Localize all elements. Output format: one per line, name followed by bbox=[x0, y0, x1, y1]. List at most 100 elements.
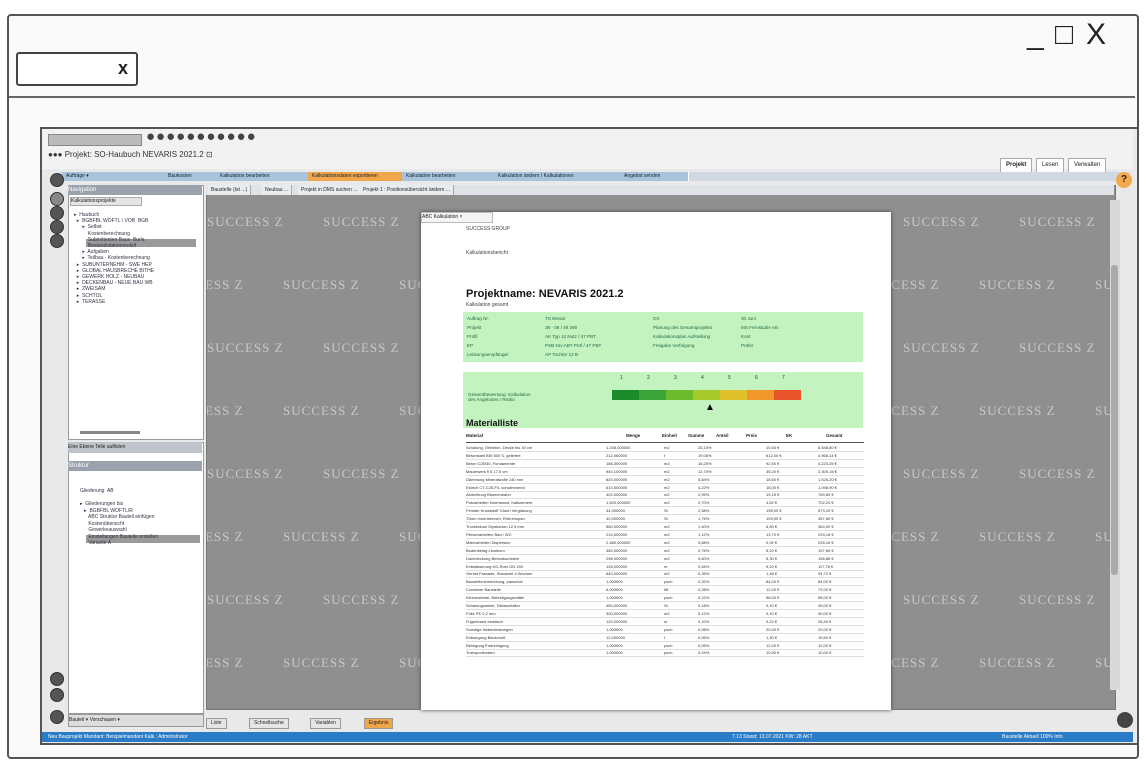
table-row[interactable]: Putzarbeiten Innenwand, Kalkzement 1.520,… bbox=[466, 499, 864, 508]
watermark-text: SUCCESS Z bbox=[323, 214, 400, 229]
table-row[interactable]: Fenster Kunststoff 3-fach Verglasung 34,0… bbox=[466, 507, 864, 516]
workspace-tab[interactable]: Baustelle (Ist ...) bbox=[208, 185, 252, 195]
table-cell: m bbox=[664, 563, 668, 569]
tool-icon[interactable] bbox=[50, 672, 64, 686]
table-row[interactable]: Folie PE 0,2 mm 300,000000 m2 0,12% 0,10 € 30… bbox=[466, 610, 864, 618]
table-row[interactable]: Entwässerung KG-Rohr DN 150 128,000000 m 0,… bbox=[466, 563, 864, 571]
workspace-tab[interactable]: Projekt in DMS suchen ... bbox=[298, 185, 362, 195]
tool-icon[interactable] bbox=[50, 206, 64, 220]
watermark-text: SUCCESS Z bbox=[207, 529, 244, 544]
table-row[interactable]: Fugenband elastisch 120,000000 m 0,10% 0,22 … bbox=[466, 618, 864, 626]
ribbon-item[interactable]: Aufträge ▾ bbox=[62, 172, 166, 181]
table-cell: 1,76% bbox=[698, 516, 710, 522]
watermark-text: SUCCESS Z bbox=[283, 403, 360, 418]
settings-icon[interactable] bbox=[1117, 712, 1133, 728]
tool-icon[interactable] bbox=[50, 192, 64, 206]
status-right: Baustelle Aktuell 100% Info bbox=[1002, 734, 1063, 740]
tab-verwalten[interactable]: Verwalten bbox=[1068, 158, 1107, 173]
tool-icon[interactable] bbox=[50, 220, 64, 234]
table-row[interactable]: Fliesenarbeiten Bad / WC 214,000000 m2 1,12… bbox=[466, 531, 864, 539]
table-cell: 3.309,15 € bbox=[818, 468, 837, 474]
tab-lesen[interactable]: Lesen bbox=[1036, 158, 1065, 173]
table-row[interactable]: Kleinmaterial, Befestigungsmittel 1,00000… bbox=[466, 594, 864, 603]
table-cell: 30,00 € bbox=[818, 610, 832, 616]
bottom-tab[interactable]: Liste bbox=[206, 718, 227, 729]
table-row[interactable]: Malerarbeiten Dispersion 2.480,000000 m2 0,… bbox=[466, 539, 864, 547]
workspace-tab[interactable]: Neubau ... bbox=[262, 185, 293, 195]
table-row[interactable]: Gerüst Fassade, Standzeit 4 Wochen 640,00… bbox=[466, 570, 864, 579]
project-title: ●●● Projekt: SO-Haubuch NEVARIS 2021.2 ⊡ bbox=[48, 150, 213, 159]
tool-icon[interactable] bbox=[50, 234, 64, 248]
table-cell: 0,32% bbox=[698, 579, 710, 585]
project-tree[interactable]: ▸ Haubuch ▸ BGBFBL WOFTL / VOB BGB ▸ Sel… bbox=[74, 212, 154, 305]
tab-close-icon[interactable]: x bbox=[118, 58, 128, 79]
table-cell: 45,00 € bbox=[818, 603, 832, 608]
scale-segment bbox=[639, 390, 666, 400]
table-row[interactable]: Mauerwerk KS 17,5 cm 940,100000 m2 12,70% 35… bbox=[466, 468, 864, 476]
table-cell: 19,15 € bbox=[766, 492, 780, 498]
scrollbar-thumb[interactable] bbox=[1111, 265, 1118, 575]
table-cell: Beton C25/30, Fundamente bbox=[466, 460, 516, 466]
table-row[interactable]: Reinigung Endreinigung 1,000000 psch 0,05% 1… bbox=[466, 642, 864, 650]
table-cell: 128,000000 bbox=[606, 563, 628, 569]
app-title-dots: ●●●●●●●●●●● bbox=[146, 128, 257, 145]
close-icon[interactable]: X bbox=[1086, 18, 1106, 52]
table-cell: 1,40% bbox=[698, 524, 710, 529]
horizontal-scrollbar[interactable] bbox=[80, 431, 140, 434]
table-cell: Fenster Kunststoff 3-fach Verglasung bbox=[466, 508, 532, 514]
table-row[interactable]: Schalungsanker, Distanzhalter 450,000000 S… bbox=[466, 602, 864, 610]
workspace-tab[interactable]: Projekt 1 : Positionsübersicht ändern ..… bbox=[360, 185, 454, 195]
table-row[interactable]: Beton C25/30, Fundamente 188,300000 m3 16,2… bbox=[466, 460, 864, 468]
table-row[interactable]: Dachdeckung Betondachstein 296,000000 m2 0,… bbox=[466, 555, 864, 563]
table-cell: Container Baustelle bbox=[466, 587, 501, 593]
structure-toolbar[interactable]: Eine Ebene Teile auflisten bbox=[68, 442, 202, 453]
table-cell: 5,20 € bbox=[766, 547, 778, 553]
nav-tab[interactable]: Kalkulationsprojekte bbox=[70, 197, 142, 206]
table-row[interactable]: Estrich CT-C25-F4, schwimmend 610,500000 m… bbox=[466, 484, 864, 492]
table-row[interactable]: Trockenbau Gipskarton 12,5 mm 560,000000 m… bbox=[466, 523, 864, 531]
material-heading: Materialliste bbox=[466, 418, 519, 428]
ribbon-item[interactable]: Kalkulation ändern / Kalkulationen bbox=[494, 172, 623, 181]
table-cell: St bbox=[664, 516, 668, 522]
table-cell: Putzarbeiten Innenwand, Kalkzement bbox=[466, 500, 533, 506]
table-row[interactable]: Dämmung Mineralwolle 140 mm 820,000000 m2 5… bbox=[466, 476, 864, 484]
ribbon-item[interactable]: Baukosten bbox=[164, 172, 217, 181]
bottom-tab[interactable]: Schnellsuche bbox=[249, 718, 289, 729]
ribbon-item[interactable]: Angebot senden bbox=[620, 172, 689, 181]
maximize-icon[interactable]: □ bbox=[1055, 18, 1073, 52]
watermark-text: SUCCESS Z bbox=[903, 592, 980, 607]
table-cell: 612,00 € bbox=[766, 452, 782, 458]
settings-icon[interactable] bbox=[50, 710, 64, 724]
browser-tab[interactable]: x bbox=[16, 52, 138, 86]
table-row[interactable]: Abdichtung Bitumenbahn 402,000000 m2 2,95% 1… bbox=[466, 491, 864, 500]
ribbon-item[interactable]: Kalkulation bearbeiten bbox=[402, 172, 497, 181]
ribbon-item[interactable]: Kalkulation bearbeiten bbox=[216, 172, 311, 181]
table-row[interactable]: Transportkosten 1,000000 psch 0,04% 10,00 € 1… bbox=[466, 649, 864, 658]
table-cell: 0,22 € bbox=[766, 618, 778, 624]
tool-icon[interactable] bbox=[50, 688, 64, 702]
table-row[interactable]: Türen Innenbereich, Röhrenspan 42,000000 S… bbox=[466, 515, 864, 524]
table-cell: 84,00 € bbox=[818, 579, 832, 585]
table-cell: 0,04% bbox=[698, 650, 710, 656]
bottom-left-toolbar[interactable]: Bauteil ▾ Vorschauen ▾ bbox=[68, 714, 204, 727]
report-tab[interactable]: ABC Kalkulation × bbox=[421, 212, 493, 223]
minimize-icon[interactable]: _ bbox=[1027, 18, 1044, 52]
table-row[interactable]: Entsorgung Bauschutt 12,000000 t 0,06% 1,30 … bbox=[466, 634, 864, 642]
structure-tree[interactable]: Gliederung AB ▸ Gliederungen bis ▸ BGBFB… bbox=[80, 488, 158, 547]
table-row[interactable]: Bodenbelag Linoleum 380,000000 m2 0,76% 5,20… bbox=[466, 547, 864, 555]
table-row[interactable]: Betonstahl BSt 500 S, geliefert 212,46000… bbox=[466, 452, 864, 460]
help-icon[interactable]: ? bbox=[1116, 172, 1132, 188]
table-row[interactable]: Sonstige Nebenleistungen 1,000000 psch 0,08… bbox=[466, 626, 864, 634]
tab-projekt[interactable]: Projekt bbox=[1000, 158, 1033, 173]
home-icon[interactable] bbox=[50, 173, 64, 187]
ribbon-item-highlighted[interactable]: Kalkulationsdaten exportieren bbox=[308, 172, 405, 181]
scale-number: 4 bbox=[701, 375, 726, 381]
table-row[interactable]: Schalung, Ortbeton, Decke bis 30 cm 1.248… bbox=[466, 444, 864, 452]
bottom-tab[interactable]: Ergebnis bbox=[363, 718, 394, 729]
scale-segment bbox=[774, 390, 801, 400]
table-row[interactable]: Baustelleneinrichtung, pauschal 1,000000 p… bbox=[466, 578, 864, 587]
bottom-tab[interactable]: Variablen bbox=[310, 718, 341, 729]
table-cell: 35,20 € bbox=[766, 468, 780, 474]
table-row[interactable]: Container Baustelle 6,000000 Mt 0,28% 12,00 … bbox=[466, 586, 864, 595]
table-cell: 12,000000 bbox=[606, 634, 625, 640]
